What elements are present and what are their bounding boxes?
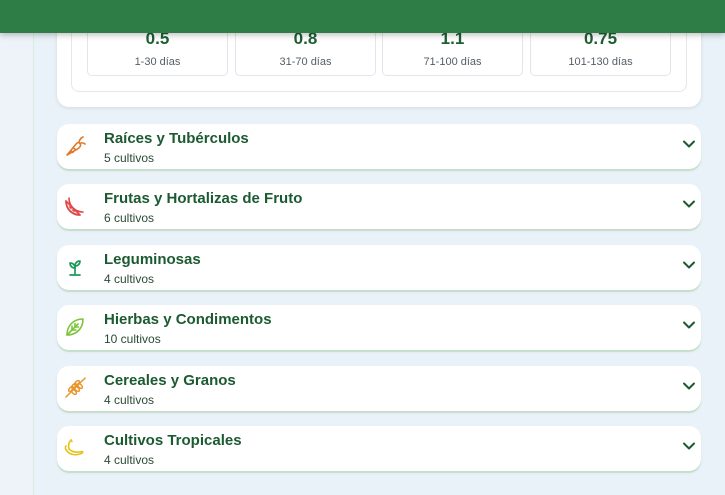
category-count: 10 cultivos: [104, 332, 161, 346]
chevron-down-icon[interactable]: [682, 379, 696, 393]
category-name: Raíces y Tubérculos: [104, 130, 249, 147]
category-name: Hierbas y Condimentos: [104, 311, 272, 328]
stage-day-range: 101-130 días: [568, 56, 633, 68]
chevron-down-icon[interactable]: [682, 197, 696, 211]
chevron-down-icon[interactable]: [682, 137, 696, 151]
category-name: Frutas y Hortalizas de Fruto: [104, 190, 303, 207]
category-raices-tuberculos[interactable]: Raíces y Tubérculos 5 cultivos: [57, 124, 701, 169]
left-rail: [0, 0, 34, 495]
category-count: 5 cultivos: [104, 151, 155, 165]
carrot-icon: [63, 134, 87, 158]
category-count: 4 cultivos: [104, 393, 155, 407]
chevron-down-icon[interactable]: [682, 258, 696, 272]
leaf-icon: [63, 315, 87, 339]
category-cultivos-tropicales[interactable]: Cultivos Tropicales 4 cultivos: [57, 426, 701, 471]
banana-icon: [63, 436, 87, 460]
category-name: Leguminosas: [104, 251, 201, 268]
watermelon-icon: [63, 194, 87, 218]
chevron-down-icon[interactable]: [682, 318, 696, 332]
chevron-down-icon[interactable]: [682, 439, 696, 453]
category-name: Cereales y Granos: [104, 372, 236, 389]
wheat-icon: [63, 376, 87, 400]
category-count: 4 cultivos: [104, 272, 155, 286]
category-leguminosas[interactable]: Leguminosas 4 cultivos: [57, 245, 701, 290]
stage-day-range: 71-100 días: [423, 56, 482, 68]
category-hierbas-condimentos[interactable]: Hierbas y Condimentos 10 cultivos: [57, 305, 701, 350]
sprout-icon: [63, 255, 87, 279]
category-cereales-granos[interactable]: Cereales y Granos 4 cultivos: [57, 366, 701, 411]
category-count: 6 cultivos: [104, 211, 155, 225]
stage-day-range: 31-70 días: [279, 56, 332, 68]
category-name: Cultivos Tropicales: [104, 432, 242, 449]
category-count: 4 cultivos: [104, 453, 155, 467]
category-frutas-hortalizas[interactable]: Frutas y Hortalizas de Fruto 6 cultivos: [57, 184, 701, 229]
app-header-bar: [0, 0, 725, 33]
stage-day-range: 1-30 días: [134, 56, 181, 68]
